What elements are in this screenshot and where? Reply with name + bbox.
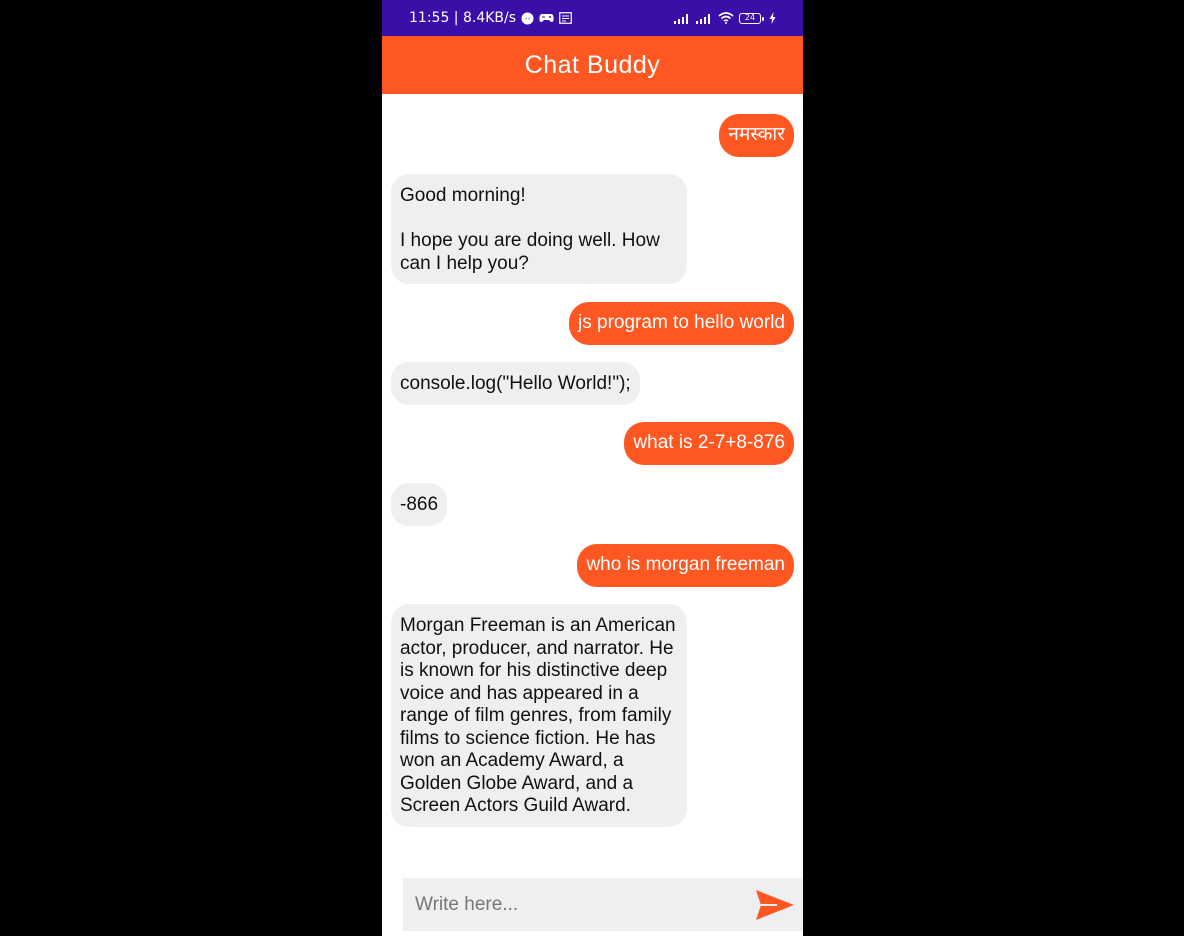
news-icon (559, 12, 572, 24)
signal-icon (696, 13, 713, 24)
bot-message: Morgan Freeman is an American actor, pro… (391, 604, 687, 827)
status-bar-left: 11:55 | 8.4KB/s (409, 10, 572, 26)
status-bar: 11:55 | 8.4KB/s 24 (382, 0, 803, 36)
send-icon (756, 889, 794, 920)
charging-icon (769, 12, 776, 24)
status-time-speed: 11:55 | 8.4KB/s (409, 10, 517, 26)
signal-icon (674, 13, 691, 24)
message-input[interactable] (403, 877, 747, 932)
user-message: js program to hello world (569, 302, 794, 345)
message-composer (403, 877, 803, 932)
bot-message: console.log("Hello World!"); (391, 362, 640, 405)
user-message: who is morgan freeman (577, 544, 794, 587)
wifi-icon (718, 12, 734, 24)
bot-message: -866 (391, 483, 448, 526)
user-message: नमस्कार (719, 114, 794, 157)
bot-message: Good morning! I hope you are doing well.… (391, 174, 687, 284)
user-message: what is 2-7+8-876 (624, 422, 794, 465)
battery-level: 24 (744, 13, 756, 22)
status-bar-right: 24 (674, 12, 776, 24)
messenger-icon (521, 12, 534, 25)
battery-icon: 24 (739, 12, 764, 24)
chat-list[interactable]: नमस्कार Good morning! I hope you are doi… (382, 94, 803, 870)
send-button[interactable] (747, 878, 803, 931)
gamepad-icon (539, 12, 554, 24)
phone-screen: 11:55 | 8.4KB/s 24 Chat Buddy नमस्कार Go… (382, 0, 803, 936)
app-title: Chat Buddy (524, 50, 661, 79)
app-header: Chat Buddy (382, 36, 803, 94)
